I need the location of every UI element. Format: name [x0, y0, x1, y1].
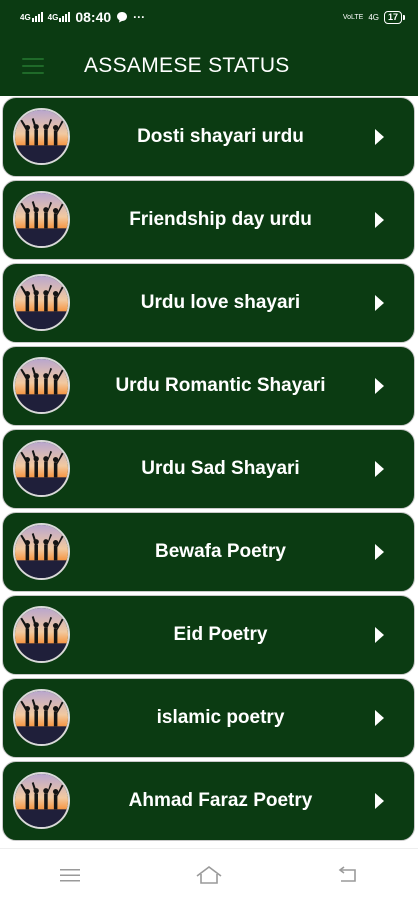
app-bar: ASSAMESE STATUS	[0, 34, 418, 96]
list-item[interactable]: Friendship day urdu	[2, 180, 415, 260]
friends-silhouette-thumbnail	[13, 440, 70, 497]
friends-silhouette-thumbnail	[13, 523, 70, 580]
system-nav-bar	[0, 848, 418, 901]
chevron-right-icon	[375, 627, 384, 643]
volte-label: VoLTE	[342, 13, 364, 21]
status-right: VoLTE 4G 17	[342, 10, 406, 24]
list-item[interactable]: Dosti shayari urdu	[2, 97, 415, 177]
list-item-label: islamic poetry	[156, 707, 285, 728]
chevron-right-icon	[375, 461, 384, 477]
status-left: 4G 4G 08:40 ···	[20, 9, 145, 25]
hamburger-menu-icon[interactable]	[22, 58, 44, 74]
list-item[interactable]: Urdu Sad Shayari	[2, 429, 415, 509]
list-item[interactable]: Urdu love shayari	[2, 263, 415, 343]
chevron-right-icon	[375, 378, 384, 394]
signal-label-2: 4G	[47, 13, 59, 22]
signal-label-1: 4G	[20, 13, 31, 22]
list-item[interactable]: Urdu Romantic Shayari	[2, 346, 415, 426]
chevron-right-icon	[375, 295, 384, 311]
battery-level: 17	[387, 12, 398, 22]
chevron-right-icon	[375, 793, 384, 809]
battery-icon: 17	[383, 10, 406, 24]
chevron-right-icon	[375, 544, 384, 560]
signal-icon-2: 4G	[48, 12, 71, 22]
list-item-label: Dosti shayari urdu	[137, 126, 304, 147]
list-item-label: Ahmad Faraz Poetry	[128, 790, 313, 811]
chat-bubble-icon	[117, 12, 128, 23]
app-title: ASSAMESE STATUS	[84, 54, 290, 77]
friends-silhouette-thumbnail	[13, 606, 70, 663]
list-item-label: Eid Poetry	[173, 624, 268, 645]
list-item[interactable]: Eid Poetry	[2, 595, 415, 675]
list-item[interactable]: Ahmad Faraz Poetry	[2, 761, 415, 841]
friends-silhouette-thumbnail	[13, 357, 70, 414]
status-more: ···	[133, 10, 146, 24]
back-icon[interactable]	[328, 860, 368, 890]
friends-silhouette-thumbnail	[13, 689, 70, 746]
status-time: 08:40	[75, 9, 112, 25]
recents-menu-icon[interactable]	[50, 860, 90, 890]
status-bar: 4G 4G 08:40 ··· VoLTE 4G 17	[0, 0, 418, 34]
list-item-label: Urdu Romantic Shayari	[115, 375, 326, 396]
friends-silhouette-thumbnail	[13, 772, 70, 829]
list-item-label: Urdu love shayari	[140, 292, 301, 313]
list-item-label: Bewafa Poetry	[155, 541, 286, 562]
chevron-right-icon	[375, 212, 384, 228]
list-item-label: Urdu Sad Shayari	[141, 458, 300, 479]
home-icon[interactable]	[189, 860, 229, 890]
list-item[interactable]: islamic poetry	[2, 678, 415, 758]
list-item[interactable]: Bewafa Poetry	[2, 512, 415, 592]
chevron-right-icon	[375, 129, 384, 145]
network-label: 4G	[368, 12, 379, 22]
chevron-right-icon	[375, 710, 384, 726]
friends-silhouette-thumbnail	[13, 108, 70, 165]
signal-icon: 4G	[20, 12, 43, 22]
friends-silhouette-thumbnail	[13, 191, 70, 248]
list-item-label: Friendship day urdu	[129, 209, 312, 230]
friends-silhouette-thumbnail	[13, 274, 70, 331]
